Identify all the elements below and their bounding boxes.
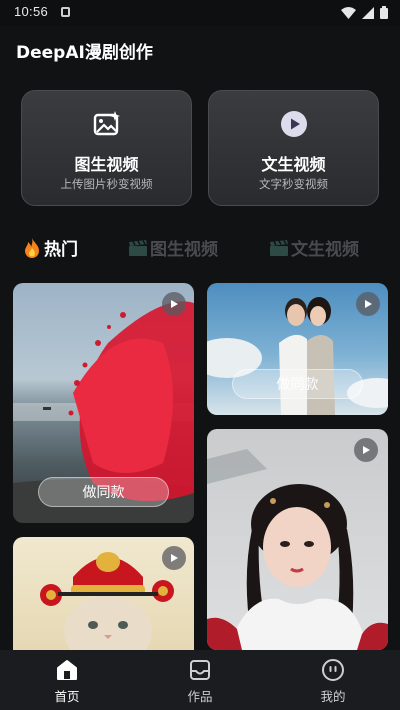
play-icon xyxy=(171,554,178,562)
status-time: 10:56 xyxy=(14,4,49,19)
wifi-icon xyxy=(341,6,356,19)
bottom-nav: 首页 作品 我的 xyxy=(0,650,400,710)
card-subtitle: 上传图片秒变视频 xyxy=(60,177,153,191)
fire-icon xyxy=(25,237,39,258)
play-button[interactable] xyxy=(162,546,186,570)
home-icon xyxy=(57,660,77,680)
clapperboard-icon xyxy=(129,239,147,256)
tab-label: 图生视频 xyxy=(150,240,218,260)
tab-text-to-video[interactable]: 文生视频 xyxy=(269,235,359,260)
play-icon xyxy=(365,300,372,308)
notification-icon xyxy=(61,7,70,17)
nav-label: 首页 xyxy=(54,689,80,704)
nav-works[interactable]: 作品 xyxy=(160,658,240,705)
app-title: DeepAI漫剧创作 xyxy=(16,43,153,63)
image-to-video-card[interactable]: 图生视频 上传图片秒变视频 xyxy=(21,90,192,206)
play-button[interactable] xyxy=(356,292,380,316)
video-tile[interactable]: 做同款 xyxy=(207,283,388,415)
status-bar: 10:56 xyxy=(0,0,400,26)
text-to-video-card[interactable]: 文生视频 文字秒变视频 xyxy=(208,90,379,206)
category-tabs: 热门 图生视频 文生视频 xyxy=(22,233,390,263)
video-tile[interactable]: 做同款 xyxy=(13,283,194,523)
video-thumbnail xyxy=(207,449,388,650)
play-button[interactable] xyxy=(354,438,378,462)
nav-home[interactable]: 首页 xyxy=(27,658,107,705)
video-tile[interactable] xyxy=(13,537,194,650)
tab-hot[interactable]: 热门 xyxy=(22,235,78,260)
face-icon xyxy=(322,659,344,681)
nav-profile[interactable]: 我的 xyxy=(293,658,373,705)
play-circle-icon xyxy=(280,111,307,137)
play-button[interactable] xyxy=(162,292,186,316)
image-sparkle-icon xyxy=(93,111,120,136)
card-title: 文生视频 xyxy=(261,155,326,174)
inbox-icon xyxy=(190,660,210,680)
play-icon xyxy=(171,300,178,308)
tab-image-to-video[interactable]: 图生视频 xyxy=(128,235,218,260)
play-icon xyxy=(363,446,370,454)
nav-label: 我的 xyxy=(320,689,346,704)
tab-label: 热门 xyxy=(44,240,78,260)
nav-label: 作品 xyxy=(187,689,213,704)
card-subtitle: 文字秒变视频 xyxy=(259,177,328,191)
status-icons xyxy=(341,6,388,19)
signal-icon xyxy=(362,6,374,19)
video-tile[interactable] xyxy=(207,429,388,650)
clapperboard-icon xyxy=(270,239,288,256)
tab-label: 文生视频 xyxy=(291,240,359,260)
card-title: 图生视频 xyxy=(74,155,139,174)
make-same-button[interactable]: 做同款 xyxy=(232,369,363,399)
battery-icon xyxy=(380,6,388,19)
make-same-button[interactable]: 做同款 xyxy=(38,477,169,507)
